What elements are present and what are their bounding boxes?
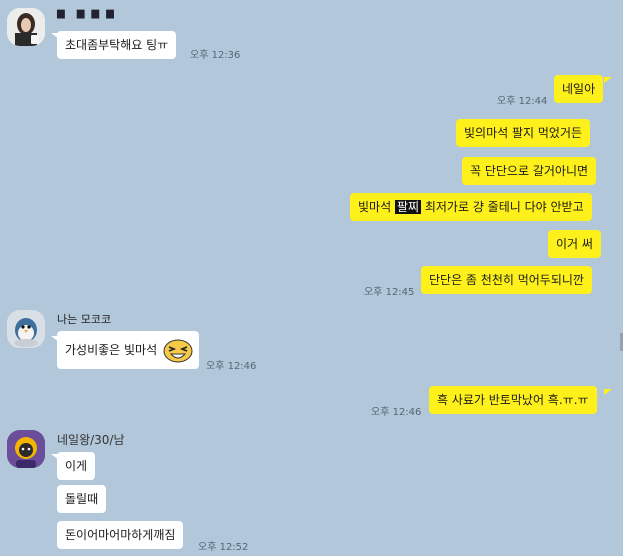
message-bubble[interactable]: 초대좀부탁해요 팅ㅠ xyxy=(57,31,177,59)
message-time: 오후 12:52 xyxy=(198,542,249,553)
message-bubble[interactable]: 이게 xyxy=(57,452,96,480)
message-bubble[interactable]: 흑 사료가 반토막났어 흑.ㅠ.ㅠ xyxy=(429,386,597,414)
bubble-tail xyxy=(604,77,612,83)
avatar[interactable] xyxy=(7,430,45,468)
message-text: 최저가로 걍 줄테니 다야 안받고 xyxy=(421,200,584,214)
chat-room: ▆ ▆ ▆ ▆ 초대좀부탁해요 팅ㅠ 오후 12:36 네일아 오후 12:44… xyxy=(0,0,623,556)
message-time: 오후 12:46 xyxy=(371,407,422,418)
avatar-kakao-friend-icon xyxy=(7,430,45,468)
bubble-tail xyxy=(604,389,612,395)
sender-name: 나는 모코코 xyxy=(57,313,112,326)
message-time: 오후 12:45 xyxy=(364,287,415,298)
message-bubble[interactable]: 단단은 좀 천천히 먹어두되니깐 xyxy=(421,266,592,294)
message-bubble[interactable]: 꼭 단단으로 갈거아니면 xyxy=(462,157,597,185)
message-text: 빛마석 xyxy=(358,200,395,214)
message-bubble[interactable]: 네일아 xyxy=(554,75,604,103)
message-bubble[interactable]: 빛의마석 팔지 먹었거든 xyxy=(456,119,591,147)
message-time: 오후 12:44 xyxy=(497,96,548,107)
sender-name: 네일왕/30/남 xyxy=(57,433,125,447)
avatar-girl-icon xyxy=(7,8,45,46)
message-bubble[interactable]: 돈이어마어마하게깨짐 xyxy=(57,521,184,549)
message-time: 오후 12:46 xyxy=(206,361,257,372)
sender-name: ▆ ▆ ▆ ▆ xyxy=(57,8,115,19)
message-bubble[interactable]: 가성비좋은 빛마석 xyxy=(57,331,199,369)
message-text: 가성비좋은 빛마석 xyxy=(65,343,158,357)
avatar[interactable] xyxy=(7,310,45,348)
avatar-penguin-icon xyxy=(7,310,45,348)
message-bubble[interactable]: 빛마석 팔찌 최저가로 걍 줄테니 다야 안받고 xyxy=(350,193,592,221)
message-bubble[interactable]: 이거 써 xyxy=(548,230,601,258)
emoticon-laughing-icon xyxy=(163,339,193,362)
message-time: 오후 12:36 xyxy=(190,50,241,61)
message-bubble[interactable]: 돌릴때 xyxy=(57,485,107,513)
highlighted-text: 팔찌 xyxy=(394,200,422,214)
avatar[interactable] xyxy=(7,8,45,46)
